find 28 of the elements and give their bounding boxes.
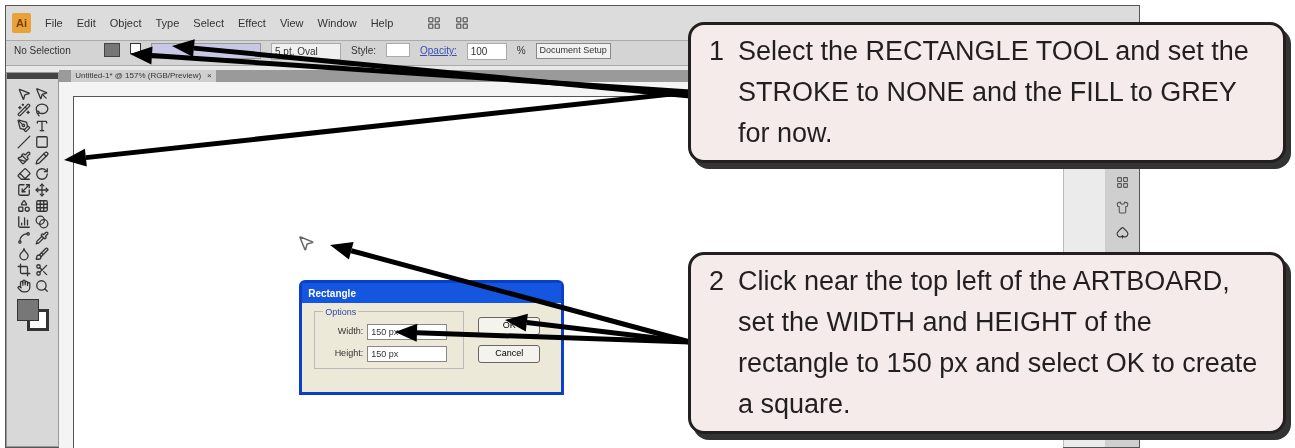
step-number: 2 <box>709 265 725 298</box>
opacity-field[interactable]: 100 <box>466 43 507 60</box>
menu-item[interactable]: Edit <box>76 14 96 32</box>
menu-item[interactable]: Object <box>109 14 142 32</box>
menu-item[interactable]: File <box>45 14 63 32</box>
menu-item[interactable]: Effect <box>237 14 266 32</box>
selection-label: No Selection <box>14 44 72 58</box>
percent-sign: % <box>516 44 526 58</box>
close-icon[interactable]: × <box>207 70 212 82</box>
app-logo[interactable]: Ai <box>12 12 31 34</box>
dialog-title: Rectangle <box>302 283 562 303</box>
group-label: Options <box>323 306 359 320</box>
step-number: 1 <box>709 35 725 68</box>
menu-item[interactable]: Window <box>317 14 357 32</box>
opacity-label[interactable]: Opacity: <box>420 43 457 58</box>
menu-item[interactable]: View <box>279 14 304 32</box>
document-setup-button[interactable]: Document Setup <box>535 43 611 59</box>
style-label: Style: <box>351 44 376 58</box>
field-label: Height: <box>333 347 364 361</box>
size-field[interactable]: 150 px <box>367 346 448 362</box>
step-instruction: Select the RECTANGLE TOOL and set the STROKE to NONE and the FILL to GREY for now. <box>738 35 1250 150</box>
dialog-button[interactable]: Cancel <box>478 345 541 363</box>
document-tab[interactable]: Untitled-1* @ 157% (RGB/Preview) × <box>71 70 216 82</box>
menu-item[interactable]: Help <box>370 14 394 32</box>
menu-item[interactable]: Type <box>155 14 180 32</box>
menu-item[interactable]: Select <box>193 14 224 32</box>
field-label: Width: <box>336 325 364 339</box>
step-instruction: Click near the top left of the ARTBOARD, set the WIDTH and HEIGHT of the rectangle to 150 px and select OK to create a square. <box>738 265 1259 421</box>
